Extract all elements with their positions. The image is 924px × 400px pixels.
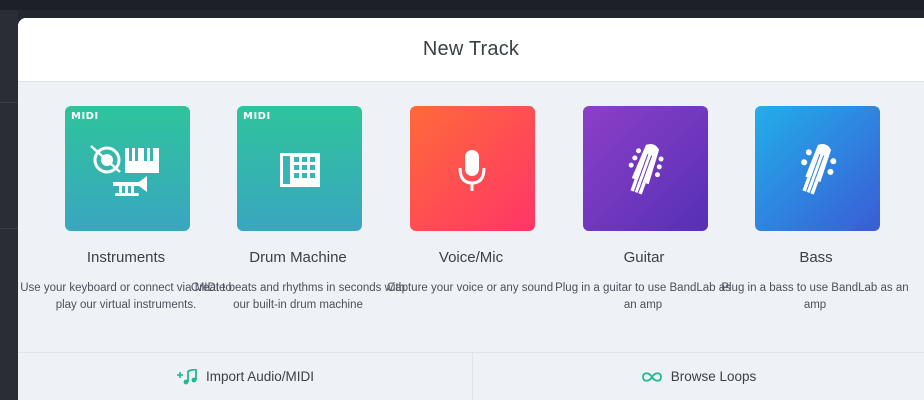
browse-loops-label: Browse Loops <box>670 369 757 384</box>
piano-drum-trumpet-icon <box>90 145 159 196</box>
guitar-headstock-icon <box>628 144 664 195</box>
option-guitar[interactable]: Guitar Plug in a guitar to use BandLab a… <box>536 82 731 352</box>
guitar-tile[interactable] <box>583 106 708 231</box>
dialog-footer: Import Audio/MIDI Browse Loops <box>18 352 924 400</box>
music-note-plus-icon <box>176 368 198 385</box>
dialog-header: New Track <box>18 18 924 82</box>
drum-machine-tile[interactable]: MIDI <box>237 106 362 231</box>
option-description: Plug in a bass to use BandLab as an amp <box>721 282 909 311</box>
option-voice-mic[interactable]: Voice/Mic Capture your voice or any soun… <box>363 82 553 352</box>
bass-tile[interactable] <box>755 106 880 231</box>
dialog-title: New Track <box>422 38 520 60</box>
app-top-bar <box>0 0 924 10</box>
browse-loops-button[interactable]: Browse Loops <box>473 353 924 400</box>
option-bass[interactable]: Bass Plug in a bass to use BandLab as an… <box>708 82 909 352</box>
import-audio-midi-button[interactable]: Import Audio/MIDI <box>18 353 473 400</box>
option-title: Bass <box>799 249 833 266</box>
microphone-icon <box>458 150 486 191</box>
option-instruments[interactable]: MIDI Instruments Use your keyboard or co… <box>18 82 232 352</box>
new-track-dialog: New Track MIDI Instruments Use your keyb… <box>18 18 924 400</box>
option-drum-machine[interactable]: MIDI Drum Machine Create beats and rhyth… <box>190 82 405 352</box>
infinity-icon <box>641 371 663 383</box>
voice-mic-tile[interactable] <box>410 106 535 231</box>
track-type-options: MIDI Instruments Use your keyboard or co… <box>18 82 924 352</box>
instruments-tile[interactable]: MIDI <box>65 106 190 231</box>
import-audio-midi-label: Import Audio/MIDI <box>205 369 315 384</box>
bass-headstock-icon <box>801 144 837 195</box>
app-background-panel <box>0 10 18 400</box>
drum-pads-icon <box>280 153 320 187</box>
